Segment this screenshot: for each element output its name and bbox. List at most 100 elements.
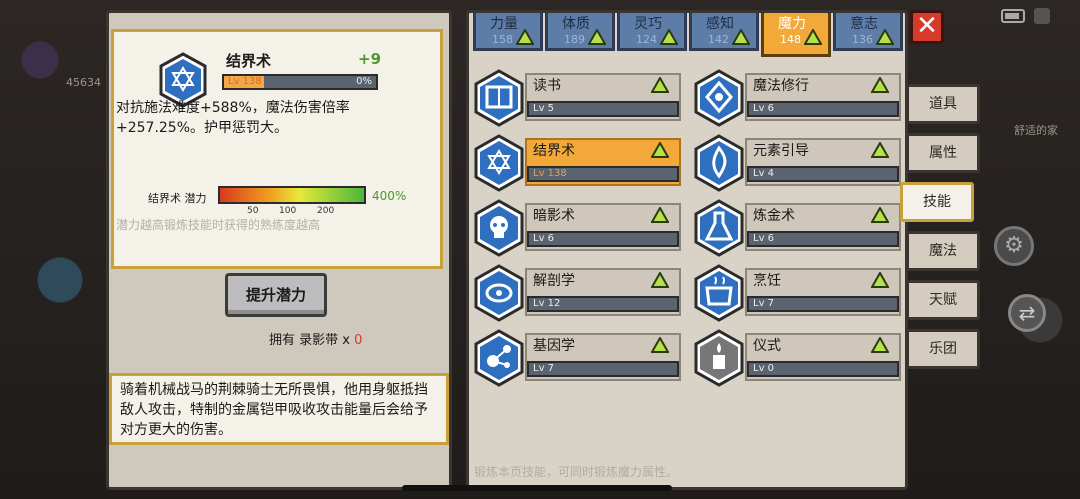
home-label: 舒适的家 xyxy=(1014,124,1058,137)
hexagram-icon xyxy=(474,134,524,192)
upgrade-arrow-icon[interactable] xyxy=(650,205,670,227)
skill-name: 仪式 xyxy=(753,338,781,354)
skill-item[interactable]: 魔法修行 Lv 6 xyxy=(693,69,901,127)
attribute-name: 灵巧 xyxy=(634,16,662,32)
skill-detail-panel: 结界术 +9 Lv 138 0% 对抗施法难度+588%，魔法伤害倍率+257.… xyxy=(106,10,452,490)
skill-level: Lv 5 xyxy=(533,103,555,114)
side-tab[interactable]: 道具 xyxy=(906,84,980,124)
upgrade-arrow-icon[interactable] xyxy=(650,335,670,357)
raise-potential-button[interactable]: 提升潜力 xyxy=(225,273,327,317)
resource-count: 45634 xyxy=(66,76,101,89)
attribute-value: 158 xyxy=(492,33,513,46)
skill-level: Lv 12 xyxy=(533,298,561,309)
skill-name: 元素引导 xyxy=(753,143,809,159)
close-button[interactable]: ✕ xyxy=(910,10,944,44)
potential-label: 结界术 潜力 xyxy=(148,192,207,205)
side-tab[interactable]: 技能 xyxy=(900,182,974,222)
detail-level: Lv 138 xyxy=(224,76,264,88)
attribute-name: 魔力 xyxy=(778,16,806,32)
attribute-value: 142 xyxy=(708,33,729,46)
skill-lore-text: 骑着机械战马的荆棘骑士无所畏惧，他用身躯抵挡敌人攻击，特制的金属铠甲吸收攻击能量… xyxy=(109,373,449,445)
attribute-value: 136 xyxy=(852,33,873,46)
skill-item[interactable]: 基因学 Lv 7 xyxy=(473,329,681,387)
side-tab[interactable]: 属性 xyxy=(906,133,980,173)
skill-level-bar: Lv 0 xyxy=(747,361,899,377)
skill-level-bar: Lv 6 xyxy=(747,231,899,247)
detail-skill-name: 结界术 xyxy=(226,52,272,70)
skill-item[interactable]: 炼金术 Lv 6 xyxy=(693,199,901,257)
side-tab[interactable]: 乐团 xyxy=(906,329,980,369)
attribute-tab[interactable]: 感知 142 xyxy=(689,13,759,51)
upgrade-arrow-icon[interactable] xyxy=(870,75,890,97)
skill-name: 解剖学 xyxy=(533,273,575,289)
upgrade-arrow-icon[interactable] xyxy=(650,270,670,292)
molecule-icon xyxy=(474,329,524,387)
attribute-tab[interactable]: 灵巧 124 xyxy=(617,13,687,51)
skill-item[interactable]: 结界术 Lv 138 xyxy=(473,134,681,192)
footer-hint: 锻炼本页技能，可同时锻炼魔力属性。 xyxy=(474,465,679,479)
upgrade-arrow-icon xyxy=(803,27,823,49)
skill-item[interactable]: 读书 Lv 5 xyxy=(473,69,681,127)
attribute-tab[interactable]: 力量 158 xyxy=(473,13,543,51)
skill-name: 炼金术 xyxy=(753,208,795,224)
skill-level: Lv 6 xyxy=(753,103,775,114)
attribute-name: 感知 xyxy=(706,16,734,32)
attribute-name: 意志 xyxy=(850,16,878,32)
skill-name: 暗影术 xyxy=(533,208,575,224)
skill-level-bar: Lv 6 xyxy=(527,231,679,247)
attribute-value: 189 xyxy=(564,33,585,46)
attribute-tab[interactable]: 体质 189 xyxy=(545,13,615,51)
attribute-tab[interactable]: 魔力 148 xyxy=(761,13,831,57)
upgrade-arrow-icon[interactable] xyxy=(870,335,890,357)
owned-tapes: 拥有 录影带 x 0 xyxy=(269,329,362,348)
home-indicator[interactable] xyxy=(402,485,672,491)
skill-name: 烹饪 xyxy=(753,273,781,289)
skill-level-bar: Lv 5 xyxy=(527,101,679,117)
attribute-name: 体质 xyxy=(562,16,590,32)
skull-icon xyxy=(474,199,524,257)
swap-icon[interactable]: ⇄ xyxy=(1008,294,1046,332)
detail-level-bar: Lv 138 0% xyxy=(222,74,378,90)
upgrade-arrow-icon[interactable] xyxy=(650,75,670,97)
upgrade-arrow-icon xyxy=(875,27,895,49)
upgrade-arrow-icon[interactable] xyxy=(870,205,890,227)
upgrade-arrow-icon[interactable] xyxy=(650,140,670,162)
skill-item[interactable]: 烹饪 Lv 7 xyxy=(693,264,901,322)
side-tab[interactable]: 魔法 xyxy=(906,231,980,271)
skill-level: Lv 138 xyxy=(533,168,567,179)
upgrade-arrow-icon xyxy=(587,27,607,49)
skill-item[interactable]: 仪式 Lv 0 xyxy=(693,329,901,387)
meat-icon xyxy=(474,264,524,322)
skill-level: Lv 7 xyxy=(533,363,555,374)
flame-icon xyxy=(694,134,744,192)
upgrade-arrow-icon xyxy=(515,27,535,49)
skill-level-bar: Lv 12 xyxy=(527,296,679,312)
attribute-value: 148 xyxy=(780,33,801,46)
potential-tick: 100 xyxy=(279,206,297,216)
upgrade-arrow-icon[interactable] xyxy=(870,270,890,292)
attribute-name: 力量 xyxy=(490,16,518,32)
detail-progress: 0% xyxy=(356,76,372,87)
battery-icon xyxy=(1001,8,1050,24)
skills-panel: 力量 158 体质 189 灵巧 124 感知 142 魔力 148 意志 136 读书 Lv 5 魔法修… xyxy=(466,10,908,490)
skill-name: 魔法修行 xyxy=(753,78,809,94)
skill-level-bar: Lv 7 xyxy=(747,296,899,312)
skill-level-bar: Lv 6 xyxy=(747,101,899,117)
book-icon xyxy=(474,69,524,127)
close-icon: ✕ xyxy=(916,11,938,41)
skill-level: Lv 6 xyxy=(753,233,775,244)
upgrade-arrow-icon[interactable] xyxy=(870,140,890,162)
skill-level: Lv 7 xyxy=(753,298,775,309)
attribute-tab[interactable]: 意志 136 xyxy=(833,13,903,51)
skill-level-bar: Lv 7 xyxy=(527,361,679,377)
gear-icon[interactable]: ⚙ xyxy=(994,226,1034,266)
side-tab[interactable]: 天赋 xyxy=(906,280,980,320)
owned-tapes-label: 拥有 录影带 x xyxy=(269,333,350,348)
skill-name: 结界术 xyxy=(533,143,575,159)
pot-icon xyxy=(694,264,744,322)
skill-item[interactable]: 暗影术 Lv 6 xyxy=(473,199,681,257)
skill-item[interactable]: 解剖学 Lv 12 xyxy=(473,264,681,322)
skill-name: 基因学 xyxy=(533,338,575,354)
upgrade-arrow-icon xyxy=(659,27,679,49)
skill-item[interactable]: 元素引导 Lv 4 xyxy=(693,134,901,192)
